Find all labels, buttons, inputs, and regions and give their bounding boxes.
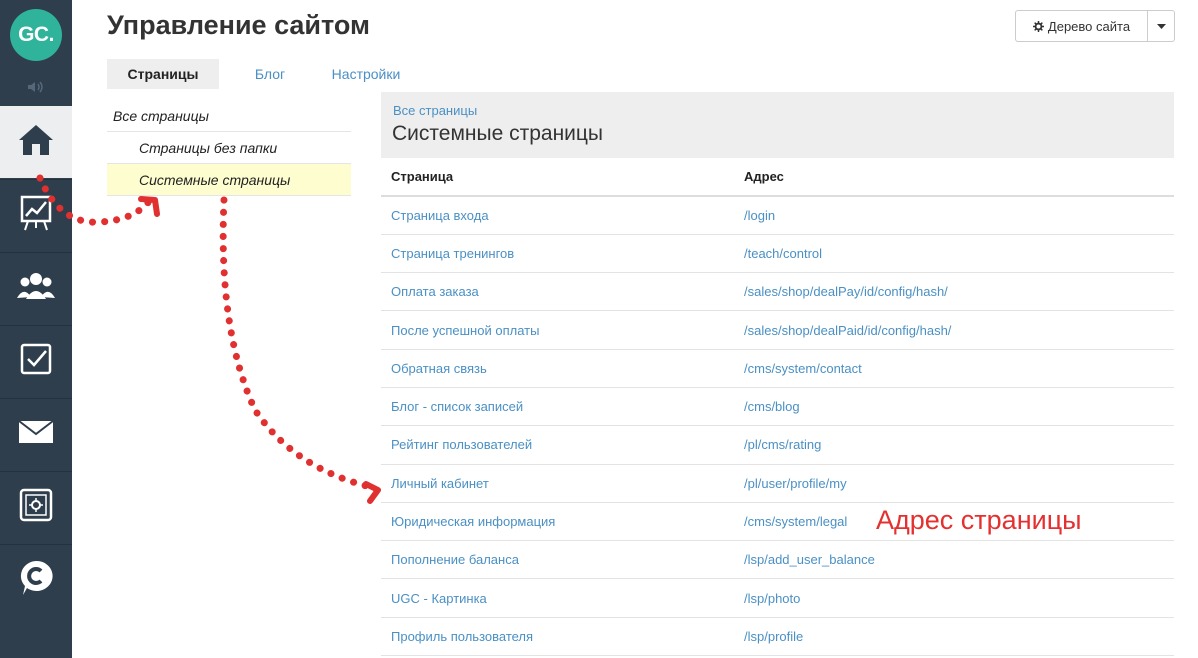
page-address-link[interactable]: /pl/cms/rating: [735, 425, 1174, 465]
page-name-link[interactable]: Страница входа: [381, 196, 735, 235]
page-address-link[interactable]: /lsp/photo: [735, 578, 1174, 618]
sidebar-item-messages[interactable]: [0, 398, 72, 470]
table-row: Личный кабинет/pl/user/profile/my: [381, 464, 1174, 503]
page-name-link[interactable]: Оплата заказа: [381, 272, 735, 312]
table-body: Страница входа/login Страница тренингов/t…: [381, 196, 1174, 657]
sidebar-item-home[interactable]: [0, 106, 72, 178]
page-address-link[interactable]: /sales/shop/dealPay/id/config/hash/: [735, 272, 1174, 312]
page-name-link[interactable]: Пополнение баланса: [381, 540, 735, 580]
page-address-link[interactable]: /teach/control: [735, 234, 1174, 274]
main-sidebar: GC.: [0, 0, 72, 658]
tab-pages[interactable]: Страницы: [107, 59, 219, 89]
sidebar-item-chat[interactable]: [0, 544, 72, 616]
page-name-link[interactable]: UGC - Картинка: [381, 578, 735, 618]
site-tree-button-group: Дерево сайта: [1015, 10, 1175, 42]
arrow-to-address-column: [219, 196, 379, 492]
table-row: Блог - список записей/cms/blog: [381, 387, 1174, 427]
table-row: Страница тренингов/teach/control: [381, 234, 1174, 274]
sidebar-item-stats[interactable]: [0, 179, 72, 251]
caret-down-icon: [1156, 17, 1166, 35]
envelope-icon: [17, 419, 55, 450]
home-icon: [16, 122, 56, 163]
system-pages-table: Страница Адрес Страница входа/login Стран…: [381, 158, 1174, 657]
page-name-link[interactable]: Обратная связь: [381, 349, 735, 388]
table-row: После успешной оплаты/sales/shop/dealPai…: [381, 310, 1174, 350]
table-row: Обратная связь/cms/system/contact: [381, 349, 1174, 388]
page-name-link[interactable]: Личный кабинет: [381, 464, 735, 503]
column-header-address: Адрес: [735, 158, 1174, 197]
table-row: UGC - Картинка/lsp/photo: [381, 578, 1174, 618]
table-row: Пополнение баланса/lsp/add_user_balance: [381, 540, 1174, 580]
tree-item-all-pages[interactable]: Все страницы: [107, 100, 351, 132]
page-name-link[interactable]: Профиль пользователя: [381, 617, 735, 657]
page-name-link[interactable]: Юридическая информация: [381, 502, 735, 542]
chart-board-icon: [19, 194, 53, 237]
arrow-head-2: [363, 481, 381, 504]
column-header-page: Страница: [381, 158, 735, 197]
chat-c-icon: [17, 558, 55, 603]
page-address-link[interactable]: /cms/blog: [735, 387, 1174, 427]
breadcrumb[interactable]: Все страницы: [393, 103, 477, 118]
logo[interactable]: GC.: [10, 9, 62, 61]
sidebar-item-tasks[interactable]: [0, 325, 72, 397]
tree-item-system-pages[interactable]: Системные страницы: [107, 164, 351, 196]
page-address-link[interactable]: /pl/user/profile/my: [735, 464, 1174, 503]
page-name-link[interactable]: Рейтинг пользователей: [381, 425, 735, 465]
page-address-link[interactable]: /lsp/add_user_balance: [735, 540, 1174, 580]
site-tree-button-label: Дерево сайта: [1047, 18, 1131, 34]
table-row: Рейтинг пользователей/pl/cms/rating: [381, 425, 1174, 465]
page-name-link[interactable]: После успешной оплаты: [381, 310, 735, 350]
content-header: Все страницы Системные страницы: [381, 92, 1174, 158]
table-row: Страница входа/login: [381, 196, 1174, 235]
section-title: Системные страницы: [392, 122, 604, 145]
page-title: Управление сайтом: [107, 10, 370, 40]
page-address-link[interactable]: /login: [735, 196, 1174, 235]
page-address-link[interactable]: /cms/system/contact: [735, 349, 1174, 388]
page-address-link[interactable]: /sales/shop/dealPaid/id/config/hash/: [735, 310, 1174, 350]
gear-icon: [1032, 20, 1044, 32]
page-address-link[interactable]: /lsp/profile: [735, 617, 1174, 657]
tab-settings[interactable]: Настройки: [321, 59, 411, 89]
site-tree-dropdown-toggle[interactable]: [1148, 11, 1174, 41]
page-name-link[interactable]: Блог - список записей: [381, 387, 735, 427]
pages-folder-tree: Все страницы Страницы без папки Системны…: [107, 100, 351, 196]
table-header-row: Страница Адрес: [381, 158, 1174, 197]
site-management-screen: GC. Управление сайтом Дерево сайта Стран…: [0, 0, 1198, 658]
sidebar-item-users[interactable]: [0, 252, 72, 324]
sidebar-item-safe[interactable]: [0, 471, 72, 543]
arrow-head-1: [138, 196, 160, 217]
table-row: Профиль пользователя/lsp/profile: [381, 617, 1174, 657]
section-tabs: Страницы Блог Настройки: [107, 59, 411, 89]
tab-blog[interactable]: Блог: [219, 59, 321, 89]
table-row: Оплата заказа/sales/shop/dealPay/id/conf…: [381, 272, 1174, 312]
speaker-icon[interactable]: [0, 70, 72, 104]
site-tree-button[interactable]: Дерево сайта: [1016, 11, 1148, 41]
annotation-page-address: Адрес страницы: [876, 505, 1082, 535]
tree-item-pages-without-folder[interactable]: Страницы без папки: [107, 132, 351, 164]
page-name-link[interactable]: Страница тренингов: [381, 234, 735, 274]
checkbox-icon: [19, 342, 53, 381]
users-icon: [16, 271, 56, 306]
safe-icon: [19, 488, 53, 527]
